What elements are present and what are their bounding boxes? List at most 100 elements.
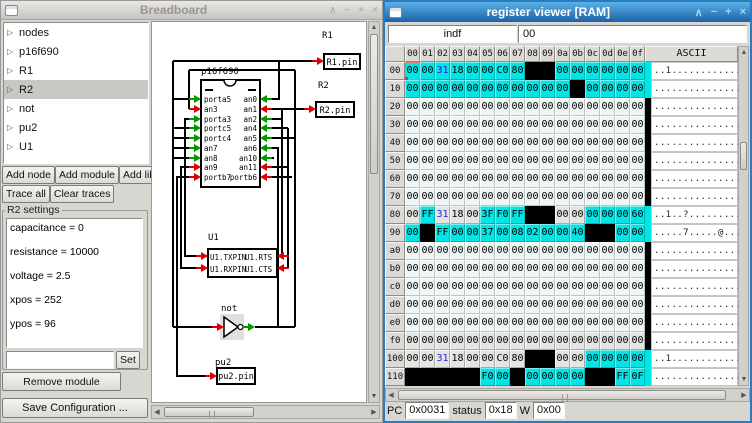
ram-cell-b0-12[interactable]: 00 xyxy=(585,260,600,278)
ram-cell-90-6[interactable]: 00 xyxy=(495,224,510,242)
ram-cell-50-15[interactable]: 00 xyxy=(630,152,645,170)
ram-cell-c0-15[interactable]: 00 xyxy=(630,278,645,296)
ram-cell-30-7[interactable]: 00 xyxy=(510,116,525,134)
ram-cell-110-14[interactable]: FF xyxy=(615,368,630,386)
ram-cell-70-9[interactable]: 00 xyxy=(540,188,555,206)
ram-cell-20-13[interactable]: 00 xyxy=(600,98,615,116)
ram-cell-110-15[interactable]: 0F xyxy=(630,368,645,386)
ram-cell-40-13[interactable]: 00 xyxy=(600,134,615,152)
ram-cell-80-9[interactable] xyxy=(540,206,555,224)
ram-cell-90-2[interactable]: FF xyxy=(435,224,450,242)
ram-cell-20-4[interactable]: 00 xyxy=(465,98,480,116)
ram-cell-100-8[interactable] xyxy=(525,350,540,368)
ram-cell-f0-8[interactable]: 00 xyxy=(525,332,540,350)
ram-cell-00-6[interactable]: C0 xyxy=(495,62,510,80)
ram-cell-c0-7[interactable]: 00 xyxy=(510,278,525,296)
ram-cell-b0-6[interactable]: 00 xyxy=(495,260,510,278)
ram-cell-110-5[interactable]: F0 xyxy=(480,368,495,386)
ram-cell-30-11[interactable]: 00 xyxy=(570,116,585,134)
ram-cell-60-4[interactable]: 00 xyxy=(465,170,480,188)
ram-cell-f0-4[interactable]: 00 xyxy=(465,332,480,350)
expander-icon[interactable]: ▷ xyxy=(7,66,19,75)
ram-cell-90-8[interactable]: 02 xyxy=(525,224,540,242)
ram-cell-80-4[interactable]: 00 xyxy=(465,206,480,224)
ram-cell-20-1[interactable]: 00 xyxy=(420,98,435,116)
ram-cell-50-10[interactable]: 00 xyxy=(555,152,570,170)
ram-cell-30-3[interactable]: 00 xyxy=(450,116,465,134)
expander-icon[interactable]: ▷ xyxy=(7,85,19,94)
expander-icon[interactable]: ▷ xyxy=(7,28,19,37)
ram-cell-e0-1[interactable]: 00 xyxy=(420,314,435,332)
ram-cell-40-3[interactable]: 00 xyxy=(450,134,465,152)
ram-cell-d0-4[interactable]: 00 xyxy=(465,296,480,314)
ram-cell-100-5[interactable]: 00 xyxy=(480,350,495,368)
ram-cell-50-9[interactable]: 00 xyxy=(540,152,555,170)
ram-cell-100-9[interactable] xyxy=(540,350,555,368)
ram-cell-20-5[interactable]: 00 xyxy=(480,98,495,116)
ram-cell-60-2[interactable]: 00 xyxy=(435,170,450,188)
tree-item-U1[interactable]: ▷U1 xyxy=(4,137,148,156)
ram-cell-80-7[interactable]: FF xyxy=(510,206,525,224)
scroll-left-icon[interactable]: ◀ xyxy=(152,407,162,418)
ram-cell-00-3[interactable]: 18 xyxy=(450,62,465,80)
ram-cell-f0-5[interactable]: 00 xyxy=(480,332,495,350)
ram-cell-60-5[interactable]: 00 xyxy=(480,170,495,188)
ram-cell-110-13[interactable] xyxy=(600,368,615,386)
tree-item-R1[interactable]: ▷R1 xyxy=(4,61,148,80)
ram-cell-f0-11[interactable]: 00 xyxy=(570,332,585,350)
settings-list[interactable]: capacitance = 0resistance = 10000voltage… xyxy=(6,218,143,348)
ram-cell-f0-3[interactable]: 00 xyxy=(450,332,465,350)
ram-cell-00-15[interactable]: 00 xyxy=(630,62,645,80)
ram-cell-b0-4[interactable]: 00 xyxy=(465,260,480,278)
ram-cell-e0-8[interactable]: 00 xyxy=(525,314,540,332)
ram-cell-20-6[interactable]: 00 xyxy=(495,98,510,116)
ram-cell-e0-0[interactable]: 00 xyxy=(405,314,420,332)
ram-cell-f0-12[interactable]: 00 xyxy=(585,332,600,350)
ram-cell-c0-5[interactable]: 00 xyxy=(480,278,495,296)
scroll-left-icon[interactable]: ◀ xyxy=(386,390,396,401)
ram-cell-70-8[interactable]: 00 xyxy=(525,188,540,206)
ram-cell-f0-0[interactable]: 00 xyxy=(405,332,420,350)
ram-cell-d0-11[interactable]: 00 xyxy=(570,296,585,314)
add-module-button[interactable]: Add module xyxy=(55,166,119,184)
ram-cell-50-13[interactable]: 00 xyxy=(600,152,615,170)
ram-cell-80-3[interactable]: 18 xyxy=(450,206,465,224)
ram-cell-40-12[interactable]: 00 xyxy=(585,134,600,152)
tree-item-p16f690[interactable]: ▷p16f690 xyxy=(4,42,148,61)
ram-cell-10-0[interactable]: 00 xyxy=(405,80,420,98)
ram-cell-f0-14[interactable]: 00 xyxy=(615,332,630,350)
ram-cell-70-1[interactable]: 00 xyxy=(420,188,435,206)
ram-cell-60-14[interactable]: 00 xyxy=(615,170,630,188)
ram-cell-d0-14[interactable]: 00 xyxy=(615,296,630,314)
ram-cell-60-8[interactable]: 00 xyxy=(525,170,540,188)
ram-cell-20-2[interactable]: 00 xyxy=(435,98,450,116)
ram-cell-c0-1[interactable]: 00 xyxy=(420,278,435,296)
ram-cell-e0-5[interactable]: 00 xyxy=(480,314,495,332)
ram-cell-00-2[interactable]: 31 xyxy=(435,62,450,80)
ram-cell-80-15[interactable]: 60 xyxy=(630,206,645,224)
ram-cell-f0-10[interactable]: 00 xyxy=(555,332,570,350)
ram-cell-10-8[interactable]: 00 xyxy=(525,80,540,98)
ram-cell-70-10[interactable]: 00 xyxy=(555,188,570,206)
ram-cell-10-6[interactable]: 00 xyxy=(495,80,510,98)
ram-cell-f0-9[interactable]: 00 xyxy=(540,332,555,350)
ram-cell-40-4[interactable]: 00 xyxy=(465,134,480,152)
ram-cell-c0-13[interactable]: 00 xyxy=(600,278,615,296)
ram-cell-20-9[interactable]: 00 xyxy=(540,98,555,116)
ram-cell-60-7[interactable]: 00 xyxy=(510,170,525,188)
ram-cell-80-14[interactable]: 00 xyxy=(615,206,630,224)
ram-cell-60-11[interactable]: 00 xyxy=(570,170,585,188)
ram-cell-a0-1[interactable]: 00 xyxy=(420,242,435,260)
ram-cell-f0-7[interactable]: 00 xyxy=(510,332,525,350)
ram-cell-10-1[interactable]: 00 xyxy=(420,80,435,98)
ram-cell-30-13[interactable]: 00 xyxy=(600,116,615,134)
ram-cell-d0-0[interactable]: 00 xyxy=(405,296,420,314)
ram-cell-90-15[interactable]: 00 xyxy=(630,224,645,242)
ram-cell-50-11[interactable]: 00 xyxy=(570,152,585,170)
ram-cell-e0-13[interactable]: 00 xyxy=(600,314,615,332)
canvas-horizontal-scrollbar[interactable]: ◀ ▶ xyxy=(151,405,380,419)
ram-cell-10-15[interactable]: 00 xyxy=(630,80,645,98)
ram-cell-90-3[interactable]: 00 xyxy=(450,224,465,242)
ram-cell-30-10[interactable]: 00 xyxy=(555,116,570,134)
ram-cell-a0-15[interactable]: 00 xyxy=(630,242,645,260)
